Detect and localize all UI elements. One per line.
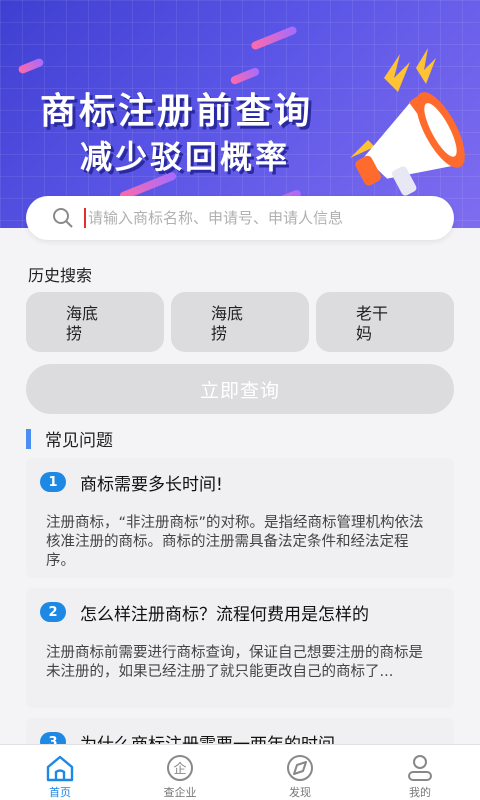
faq-question: 商标需要多长时间! [80, 474, 223, 495]
search-input[interactable] [88, 209, 428, 227]
history-chip[interactable]: 海底捞 [26, 292, 164, 352]
svg-text:企: 企 [173, 761, 186, 777]
banner-title: 商标注册前查询 [40, 91, 314, 132]
faq-title: 常见问题 [45, 431, 113, 451]
home-icon [46, 755, 74, 782]
history-chip[interactable]: 海底捞 [171, 292, 309, 352]
faq-card[interactable]: 2 怎么样注册商标？流程何费用是怎样的 注册商标前需要进行商标查询，保证自己想要… [26, 588, 454, 708]
app-screen: 商标注册前查询 减少驳回概率 历史搜索 海底捞 海底捞 老干妈 [0, 0, 480, 800]
enterprise-icon: 企 [167, 755, 193, 781]
history-title: 历史搜索 [28, 266, 93, 285]
faq-number-badge: 2 [40, 602, 66, 622]
tab-enterprise[interactable]: 企 查企业 [120, 745, 240, 800]
compass-icon [287, 755, 313, 781]
tab-label: 我的 [409, 786, 431, 799]
faq-number-badge: 1 [40, 472, 66, 492]
search-icon [53, 208, 73, 228]
tab-label: 发现 [289, 786, 311, 799]
faq-question: 怎么样注册商标？流程何费用是怎样的 [80, 604, 369, 625]
faq-answer: 注册商标，“非注册商标”的对称。是指经商标管理机构依法核准注册的商标。商标的注册… [46, 515, 424, 569]
chip-label: 海底捞 [66, 304, 99, 343]
history-chip[interactable]: 老干妈 [316, 292, 454, 352]
banner-subtitle: 减少驳回概率 [80, 138, 291, 176]
search-bar[interactable] [26, 196, 454, 240]
hero-banner[interactable]: 商标注册前查询 减少驳回概率 [0, 0, 480, 228]
faq-card[interactable]: 1 商标需要多长时间! 注册商标，“非注册商标”的对称。是指经商标管理机构依法核… [26, 458, 454, 578]
tab-label: 查企业 [163, 786, 197, 799]
text-caret [84, 208, 86, 228]
user-icon [408, 755, 432, 781]
tab-mine[interactable]: 我的 [360, 745, 480, 800]
chip-label: 海底捞 [211, 304, 244, 343]
section-marker [26, 428, 31, 449]
query-button[interactable]: 立即查询 [26, 364, 454, 414]
megaphone-icon [350, 48, 466, 196]
tab-label: 首页 [49, 786, 71, 799]
faq-answer: 注册商标前需要进行商标查询，保证自己想要注册的商标是未注册的，如果已经注册了就只… [46, 645, 423, 680]
history-chips: 海底捞 海底捞 老干妈 [26, 292, 454, 352]
chip-label: 老干妈 [356, 304, 389, 343]
tab-home[interactable]: 首页 [0, 745, 120, 800]
faq-header: 常见问题 [26, 426, 113, 451]
bottom-tab-bar: 首页 企 查企业 发现 我的 [0, 744, 480, 800]
tab-discover[interactable]: 发现 [240, 745, 360, 800]
